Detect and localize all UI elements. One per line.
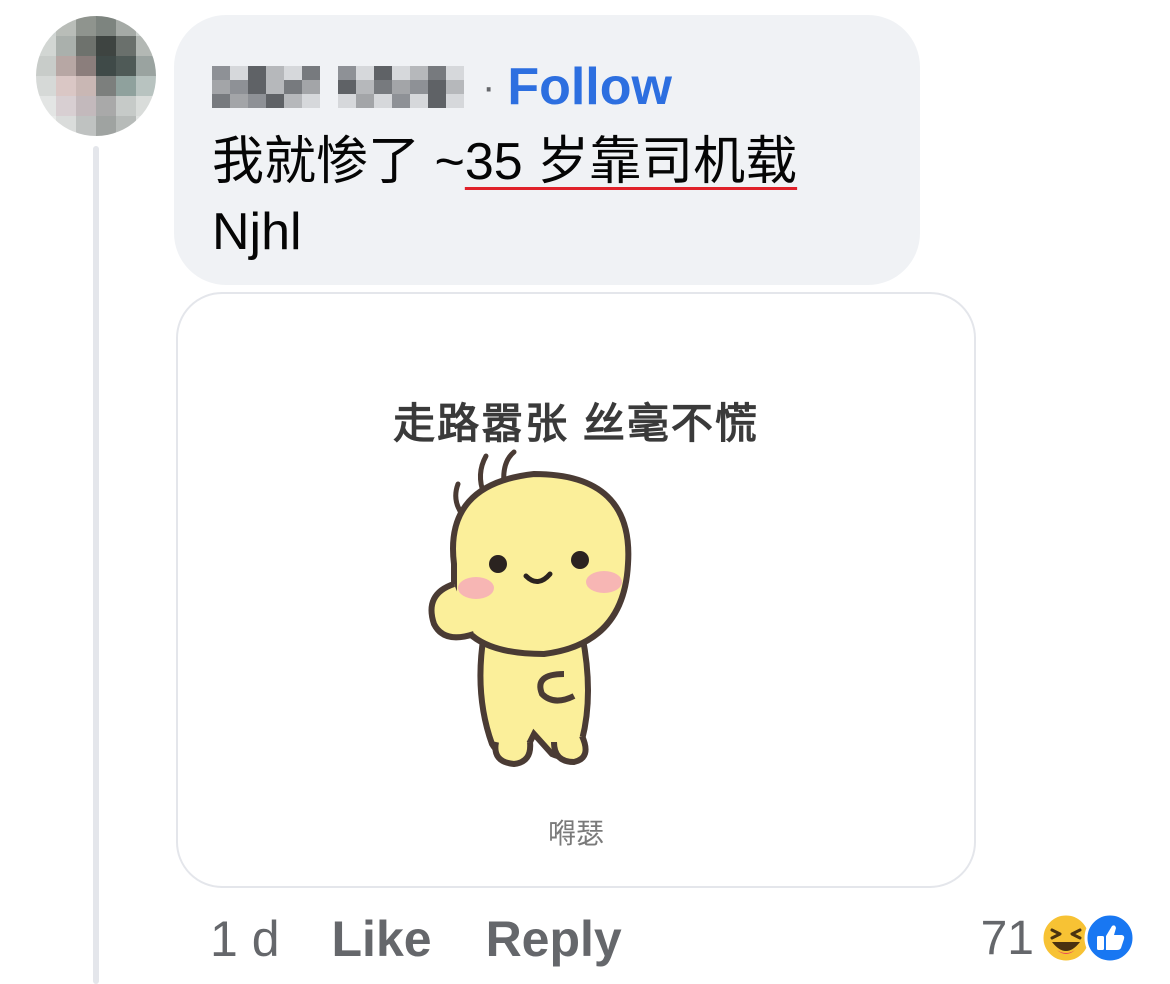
- sticker-watermark: 嘚瑟: [547, 818, 604, 849]
- reaction-count: 71: [980, 911, 1034, 965]
- separator: ·: [482, 64, 496, 109]
- sticker-character-image: [428, 449, 632, 768]
- reply-button[interactable]: Reply: [486, 910, 622, 968]
- comment-timestamp[interactable]: 1 d: [210, 910, 280, 968]
- author-name[interactable]: [212, 66, 464, 108]
- comment-header: · Follow: [212, 57, 672, 117]
- thread-line: [93, 146, 99, 984]
- sticker-caption: 走路嚣张 丝毫不慌: [393, 400, 759, 447]
- comment-text: 我就惨了 ~35 岁靠司机载 Njhl: [212, 127, 902, 267]
- comment-bubble: · Follow 我就惨了 ~35 岁靠司机载 Njhl: [174, 15, 920, 285]
- like-reaction-icon: [1084, 912, 1136, 964]
- reactions-summary[interactable]: 71: [981, 908, 1136, 968]
- comment-text-part1: 我就惨了 ~: [212, 133, 465, 191]
- comment-text-line2: Njhl: [212, 203, 302, 261]
- comment-text-underlined: 35 岁靠司机载: [464, 133, 798, 191]
- sticker-attachment[interactable]: 走路嚣张 丝毫不慌 嘚瑟: [176, 292, 976, 888]
- comment-actions: 1 d Like Reply: [210, 904, 622, 974]
- avatar[interactable]: [36, 16, 156, 136]
- follow-button[interactable]: Follow: [507, 57, 672, 117]
- like-button[interactable]: Like: [332, 910, 432, 968]
